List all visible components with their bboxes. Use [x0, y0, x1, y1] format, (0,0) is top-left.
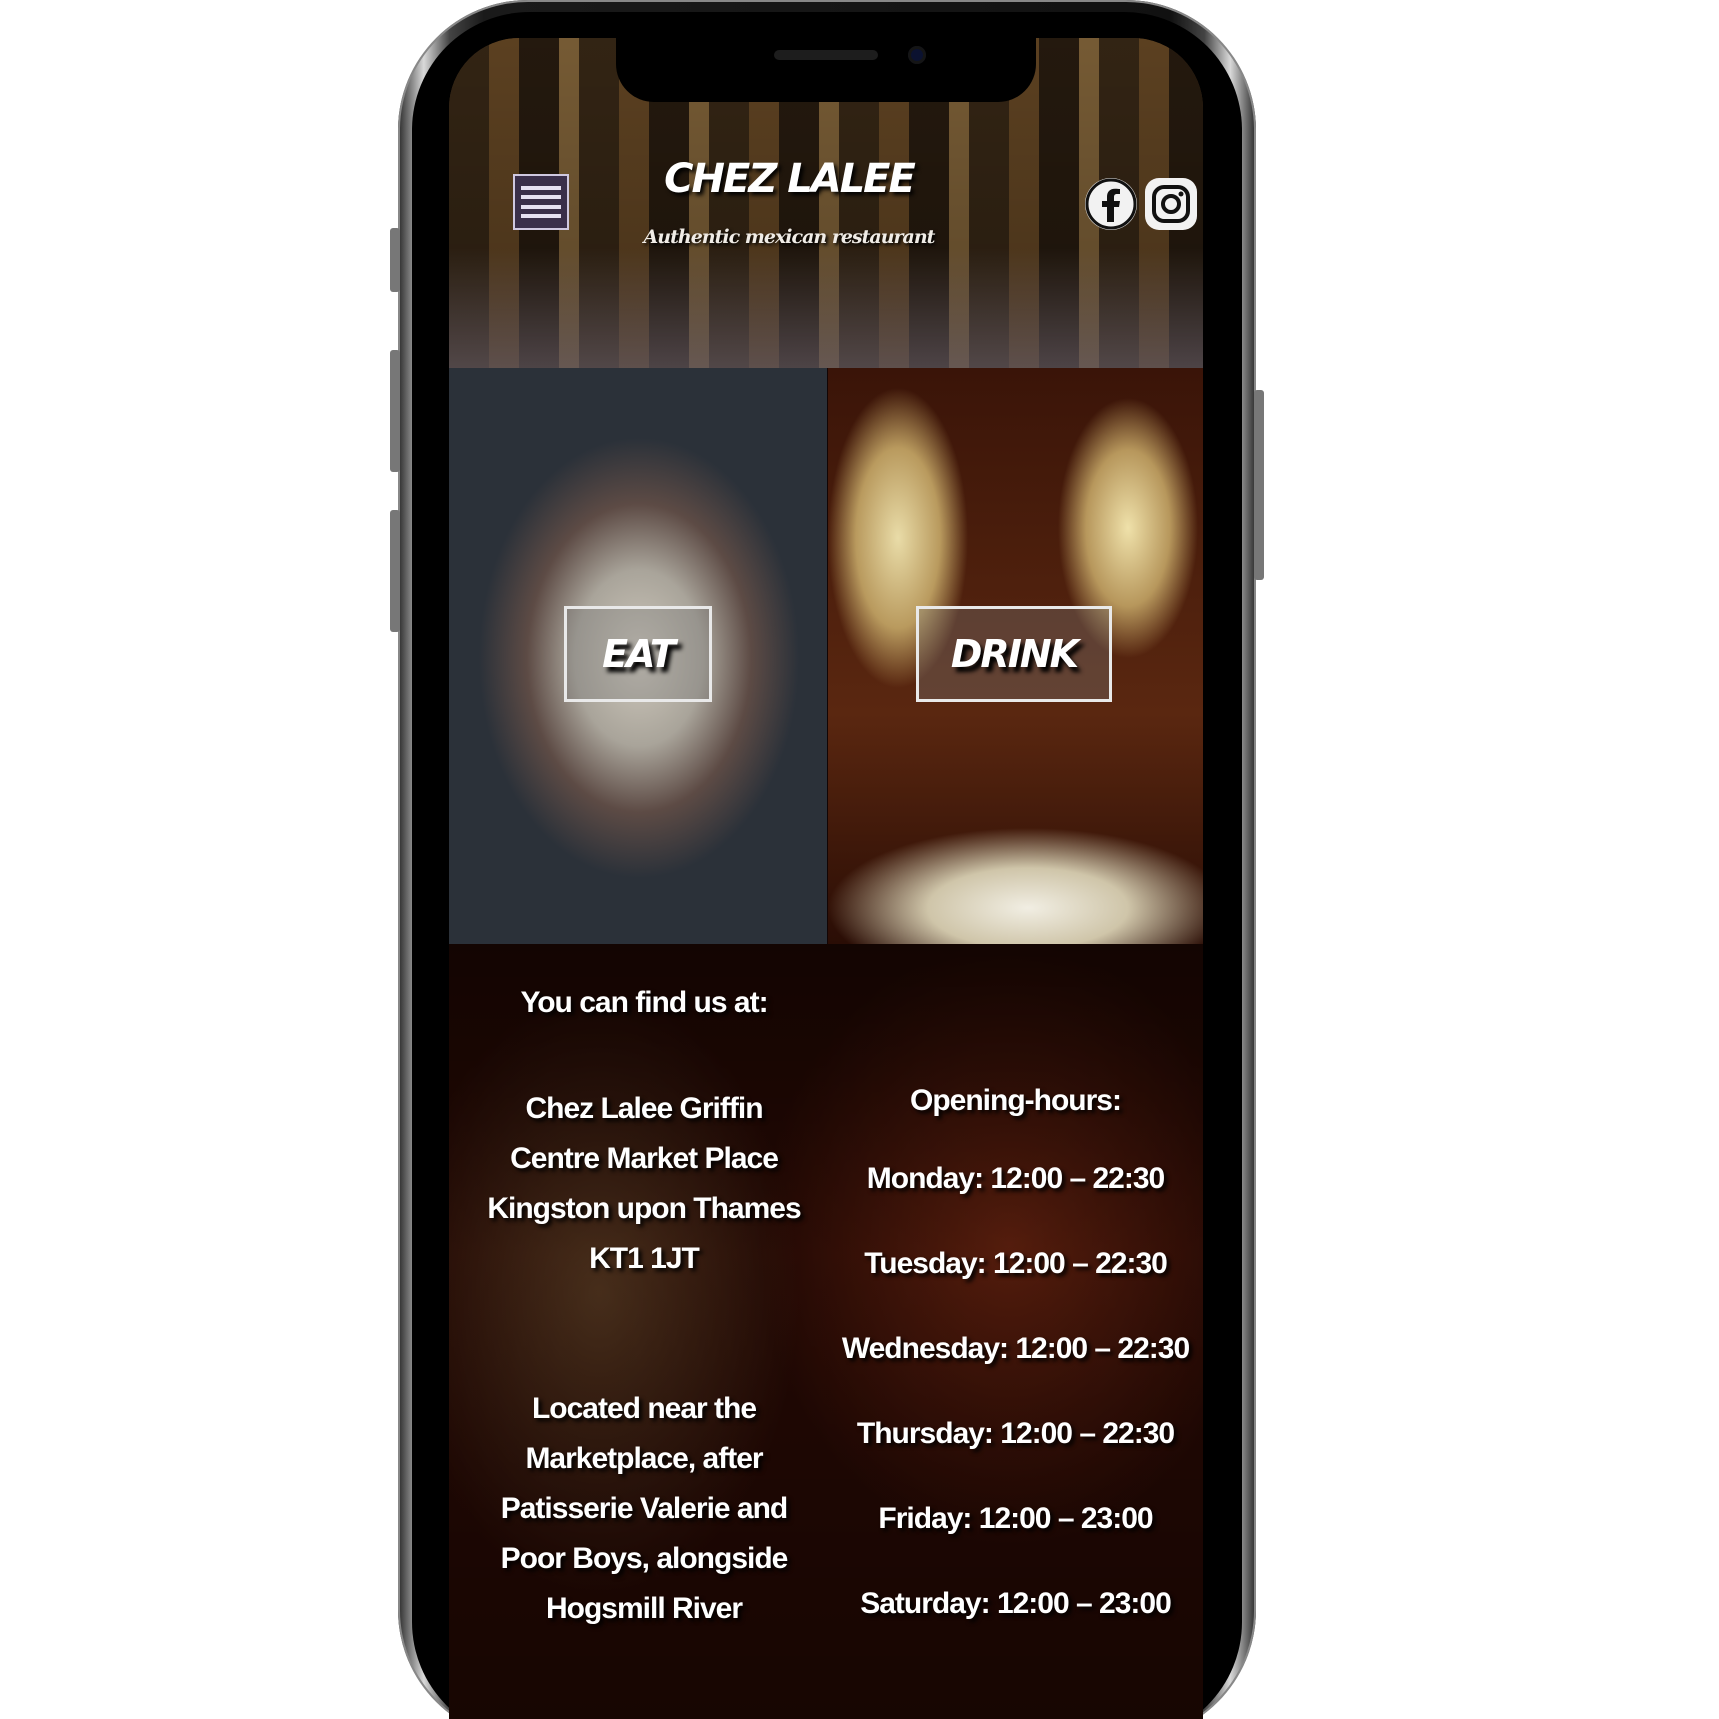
eat-button[interactable]: EAT — [564, 606, 712, 702]
front-camera — [908, 46, 926, 64]
volume-down-button — [390, 510, 400, 632]
instagram-icon[interactable] — [1145, 178, 1197, 230]
hours-item-saturday: Saturday: 12:00 – 23:00 — [860, 1587, 1172, 1620]
menu-line — [521, 195, 561, 200]
facebook-icon[interactable] — [1085, 178, 1137, 230]
brand-tagline: Authentic mexican restaurant — [643, 226, 936, 248]
speaker-grille — [774, 50, 878, 60]
location-directions: Located near the Marketplace, after Pati… — [500, 1392, 789, 1625]
brand-logo[interactable]: CHEZ LALEE — [589, 156, 989, 202]
phone-notch — [616, 20, 1036, 102]
hours-item-wednesday: Wednesday: 12:00 – 22:30 — [841, 1332, 1190, 1365]
phone-screen: CHEZ LALEE Authentic mexican restaurant … — [449, 38, 1203, 1719]
drink-button[interactable]: DRINK — [916, 606, 1112, 702]
hours-item-tuesday: Tuesday: 12:00 – 22:30 — [864, 1247, 1168, 1280]
menu-line — [521, 204, 561, 209]
opening-hours-list: Monday: 12:00 – 22:30 Tuesday: 12:00 – 2… — [828, 1162, 1203, 1672]
find-us-heading: You can find us at: — [520, 986, 768, 1019]
info-section: You can find us at: Chez Lalee Griffin C… — [449, 944, 1203, 1719]
hours-item-friday: Friday: 12:00 – 23:00 — [878, 1502, 1153, 1535]
eat-tile[interactable]: EAT — [449, 368, 827, 944]
opening-hours-heading: Opening-hours: — [910, 1084, 1122, 1117]
power-button — [1254, 390, 1264, 580]
drink-tile[interactable]: DRINK — [828, 368, 1203, 944]
menu-line — [521, 185, 561, 190]
hours-item-monday: Monday: 12:00 – 22:30 — [866, 1162, 1165, 1195]
hamburger-menu-icon[interactable] — [513, 174, 569, 230]
silent-switch — [390, 228, 400, 292]
menu-line — [521, 214, 561, 219]
address-text: Chez Lalee Griffin Centre Market Place K… — [487, 1092, 801, 1275]
hours-item-thursday: Thursday: 12:00 – 22:30 — [856, 1417, 1175, 1450]
stage: CHEZ LALEE Authentic mexican restaurant … — [0, 0, 1719, 1719]
volume-up-button — [390, 350, 400, 472]
